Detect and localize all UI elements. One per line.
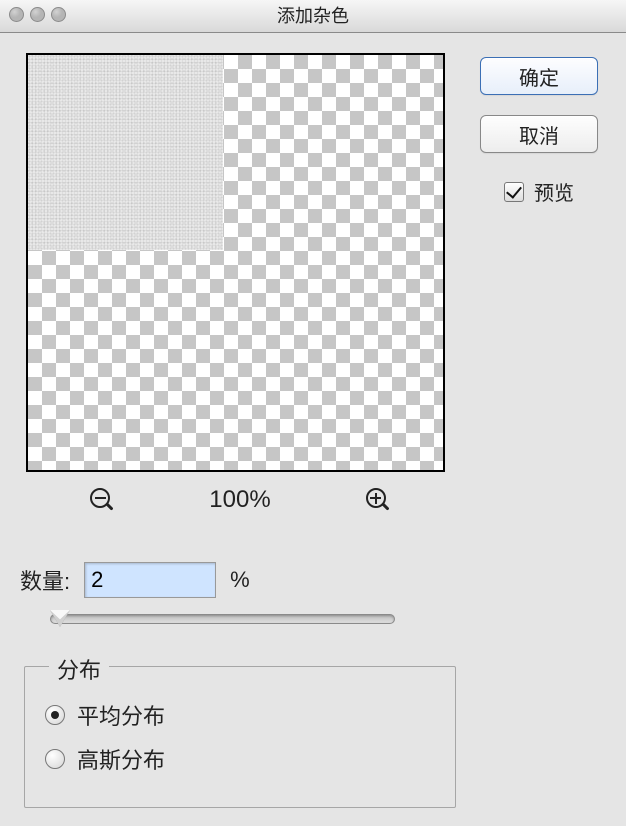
slider-track [50,614,395,624]
preview-checkbox[interactable]: 预览 [504,177,574,206]
preview-area[interactable] [26,53,445,472]
amount-unit: % [230,567,250,593]
zoom-controls: 100% [90,486,390,514]
amount-slider[interactable] [50,606,395,630]
preview-checkbox-label: 预览 [534,177,574,206]
zoom-level: 100% [209,486,270,514]
noise-sample [28,55,223,250]
cancel-button-label: 取消 [519,120,559,149]
radio-gaussian-label: 高斯分布 [77,743,165,775]
checkbox-icon [504,182,524,202]
ok-button-label: 确定 [519,62,559,91]
radio-uniform[interactable]: 平均分布 [45,699,435,731]
radio-icon [45,705,65,725]
amount-input[interactable] [84,562,216,598]
distribution-legend: 分布 [49,653,109,685]
title-bar: 添加杂色 [0,0,626,33]
distribution-group: 分布 平均分布 高斯分布 [24,666,456,808]
amount-row: 数量: % [20,562,460,598]
zoom-in-icon[interactable] [366,488,390,512]
radio-uniform-label: 平均分布 [77,699,165,731]
side-panel: 确定 取消 预览 [474,57,604,206]
main-panel: 100% 数量: % 分布 平均分布 高斯分布 [20,53,460,808]
window-title: 添加杂色 [277,6,349,26]
amount-label: 数量: [20,564,70,596]
radio-icon [45,749,65,769]
radio-gaussian[interactable]: 高斯分布 [45,743,435,775]
minimize-window-icon[interactable] [31,8,44,21]
cancel-button[interactable]: 取消 [480,115,598,153]
slider-thumb[interactable] [50,610,70,627]
ok-button[interactable]: 确定 [480,57,598,95]
window-controls [10,8,65,21]
zoom-out-icon[interactable] [90,488,114,512]
close-window-icon[interactable] [10,8,23,21]
zoom-window-icon[interactable] [52,8,65,21]
